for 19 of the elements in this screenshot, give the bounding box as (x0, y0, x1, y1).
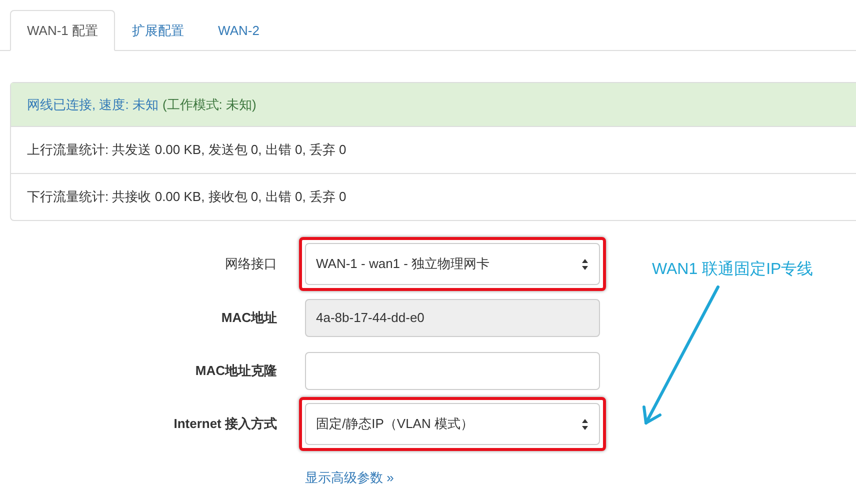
select-arrows-icon (581, 418, 589, 430)
download-stats-text: 下行流量统计: 共接收 0.00 KB, 接收包 0, 出错 0, 丢弃 0 (11, 173, 856, 220)
tab[interactable]: WAN-1 配置 (10, 10, 116, 51)
tab[interactable]: WAN-2 (201, 10, 276, 51)
field-label: MAC地址 (220, 308, 278, 326)
connection-status-text: 网线已连接, 速度: 未知 (27, 96, 158, 114)
select-arrows-icon (581, 258, 589, 270)
select-field[interactable]: WAN-1 - wan1 - 独立物理网卡 (305, 243, 600, 285)
upload-stats-text: 上行流量统计: 共发送 0.00 KB, 发送包 0, 出错 0, 丢弃 0 (11, 126, 856, 173)
field-label: Internet 接入方式 (172, 415, 278, 433)
field-label: 网络接口 (224, 255, 278, 273)
tab[interactable]: 扩展配置 (115, 10, 202, 51)
advanced-params-link[interactable]: 显示高级参数 » (305, 468, 394, 486)
annotation-text: WAN1 联通固定IP专线 (652, 260, 814, 280)
field-label: MAC地址克隆 (194, 362, 278, 380)
select-field[interactable]: 固定/静态IP（VLAN 模式） (305, 403, 600, 445)
input-field[interactable] (305, 352, 600, 390)
input-field[interactable]: 4a-8b-17-44-dd-e0 (305, 298, 600, 336)
work-mode-text: (工作模式: 未知) (162, 96, 256, 114)
